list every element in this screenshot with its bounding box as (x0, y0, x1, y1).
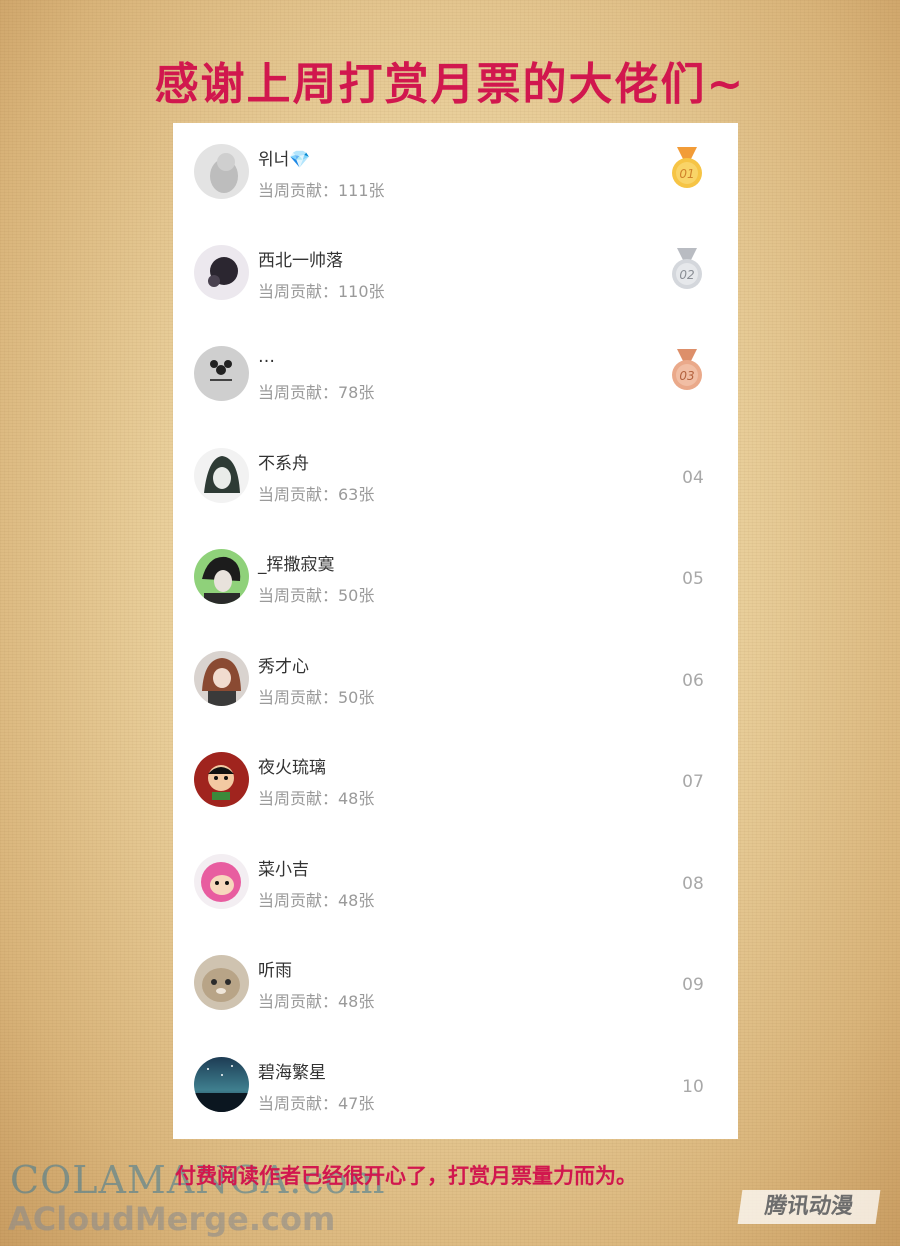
user-name: 听雨 (258, 961, 292, 981)
contribution-count: 当周贡献：50张 (258, 688, 375, 707)
user-name: 不系舟 (258, 454, 309, 474)
avatar[interactable] (194, 144, 249, 199)
ranking-card: 위너💎 当周贡献：111张 01 西北一帅落 当周贡献：110张 02 … 当周… (173, 123, 738, 1139)
avatar[interactable] (194, 854, 249, 909)
rank-number: 04 (682, 468, 704, 488)
avatar[interactable] (194, 1057, 249, 1112)
contribution-count: 当周贡献：47张 (258, 1094, 375, 1113)
page-title: 感谢上周打赏月票的大佬们~ (154, 59, 746, 110)
avatar[interactable] (194, 245, 249, 300)
rank-number: 10 (682, 1077, 704, 1097)
ranking-row[interactable]: 秀才心 当周贡献：50张 06 (173, 630, 738, 731)
contribution-count: 当周贡献：110张 (258, 282, 385, 301)
svg-text:02: 02 (679, 268, 694, 282)
rank-number: 08 (682, 874, 704, 894)
ranking-row[interactable]: 西北一帅落 当周贡献：110张 02 (173, 224, 738, 325)
avatar[interactable] (194, 752, 249, 807)
rank-number: 05 (682, 569, 704, 589)
user-name: 西北一帅落 (258, 251, 343, 271)
avatar[interactable] (194, 549, 249, 604)
user-name: 秀才心 (258, 657, 309, 677)
avatar[interactable] (194, 448, 249, 503)
ranking-row[interactable]: 不系舟 当周贡献：63张 04 (173, 427, 738, 528)
contribution-count: 当周贡献：63张 (258, 485, 375, 504)
silver-medal-icon: 02 (668, 246, 706, 294)
avatar[interactable] (194, 955, 249, 1010)
contribution-count: 当周贡献：48张 (258, 992, 375, 1011)
contribution-count: 当周贡献：48张 (258, 891, 375, 910)
avatar[interactable] (194, 346, 249, 401)
user-name: _挥撒寂寞 (258, 555, 335, 575)
gold-medal-icon: 01 (668, 145, 706, 193)
rank-number: 07 (682, 772, 704, 792)
user-name: 夜火琉璃 (258, 758, 326, 778)
bronze-medal-icon: 03 (668, 347, 706, 395)
contribution-count: 当周贡献：111张 (258, 181, 385, 200)
user-name: … (258, 347, 275, 367)
ranking-row[interactable]: 위너💎 当周贡献：111张 01 (173, 123, 738, 224)
contribution-count: 当周贡献：50张 (258, 586, 375, 605)
contribution-count: 当周贡献：48张 (258, 789, 375, 808)
ranking-row[interactable]: 菜小吉 当周贡献：48张 08 (173, 833, 738, 934)
svg-text:01: 01 (679, 167, 694, 181)
contribution-count: 当周贡献：78张 (258, 383, 375, 402)
tencent-comic-logo: 腾讯动漫 (737, 1190, 881, 1224)
ranking-row[interactable]: … 当周贡献：78张 03 (173, 325, 738, 426)
avatar[interactable] (194, 651, 249, 706)
rank-number: 06 (682, 671, 704, 691)
svg-text:03: 03 (679, 369, 694, 383)
watermark-acloudmerge: ACloudMerge.com (8, 1200, 336, 1238)
footer-note: 付费阅读作者已经很开心了，打赏月票量力而为。 (175, 1164, 637, 1188)
ranking-row[interactable]: 听雨 当周贡献：48张 09 (173, 934, 738, 1035)
user-name: 菜小吉 (258, 860, 309, 880)
ranking-row[interactable]: 碧海繁星 当周贡献：47张 10 (173, 1036, 738, 1137)
ranking-row[interactable]: 夜火琉璃 当周贡献：48张 07 (173, 731, 738, 832)
user-name: 碧海繁星 (258, 1063, 326, 1083)
ranking-row[interactable]: _挥撒寂寞 当周贡献：50张 05 (173, 528, 738, 629)
user-name: 위너💎 (258, 150, 311, 170)
rank-number: 09 (682, 975, 704, 995)
